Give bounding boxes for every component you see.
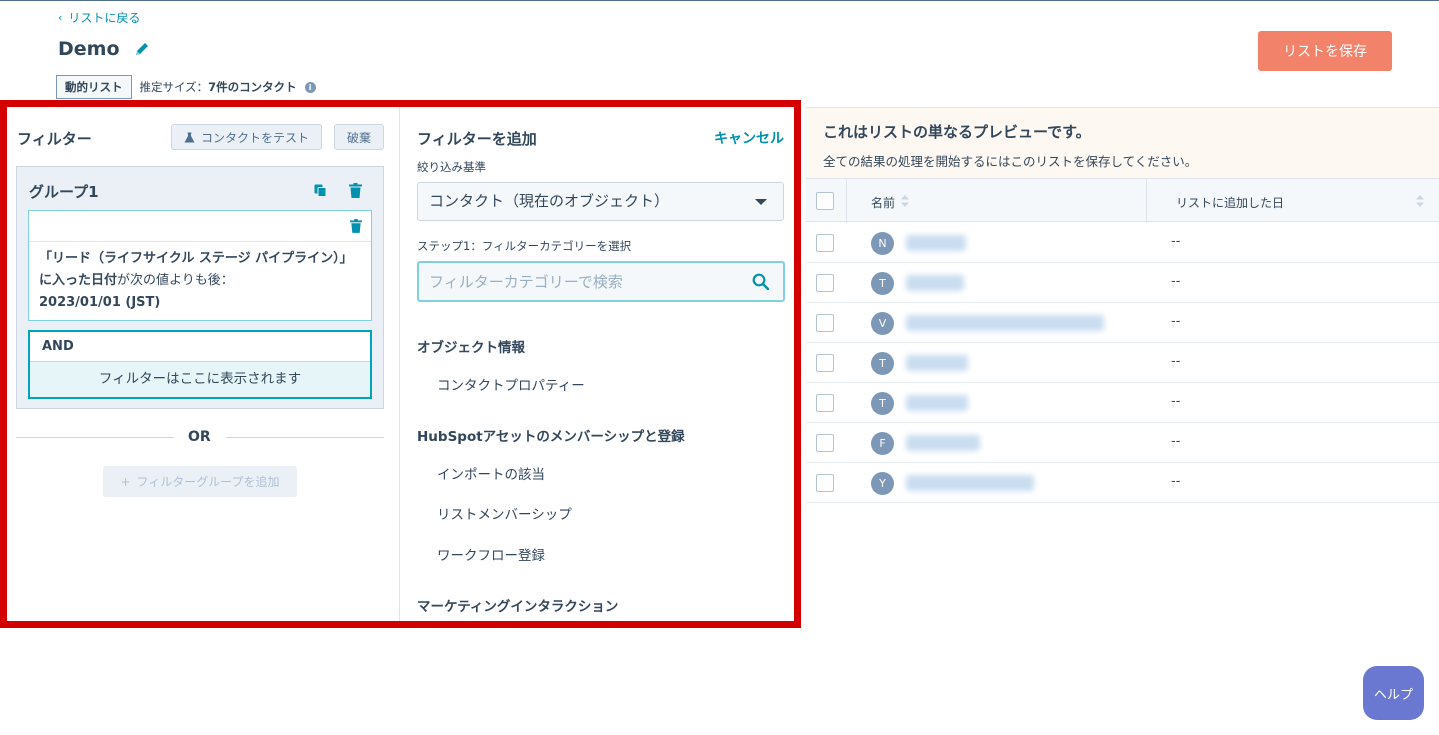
row-checkbox[interactable] bbox=[816, 474, 834, 492]
top-border bbox=[0, 0, 1439, 1]
avatar: N bbox=[871, 232, 894, 255]
date-added-cell: -- bbox=[1171, 354, 1181, 369]
contact-name-redacted[interactable] bbox=[906, 395, 968, 411]
preview-banner: これはリストの単なるプレビューです。 全ての結果の処理を開始するにはこのリストを… bbox=[806, 107, 1439, 178]
date-added-cell: -- bbox=[1171, 394, 1181, 409]
highlight-frame bbox=[0, 100, 801, 628]
sort-icon[interactable] bbox=[901, 195, 909, 207]
contact-name-redacted[interactable] bbox=[906, 235, 966, 251]
table-row[interactable]: N -- bbox=[806, 223, 1439, 263]
preview-subtitle: 全ての結果の処理を開始するにはこのリストを保存してください。 bbox=[823, 154, 1198, 169]
table-row[interactable]: Y -- bbox=[806, 463, 1439, 503]
contact-name-redacted[interactable] bbox=[906, 315, 1104, 331]
date-added-cell: -- bbox=[1171, 434, 1181, 449]
table-row[interactable]: V -- bbox=[806, 303, 1439, 343]
help-button[interactable]: ヘルプ bbox=[1363, 666, 1424, 720]
estimated-size-label: 推定サイズ：7件のコンタクト bbox=[139, 80, 297, 94]
sort-icon[interactable] bbox=[1416, 195, 1424, 207]
column-name-header[interactable]: 名前 bbox=[871, 194, 895, 211]
date-added-cell: -- bbox=[1171, 234, 1181, 249]
table-row[interactable]: T -- bbox=[806, 383, 1439, 423]
date-added-cell: -- bbox=[1171, 274, 1181, 289]
row-checkbox[interactable] bbox=[816, 274, 834, 292]
avatar: T bbox=[871, 272, 894, 295]
date-added-cell: -- bbox=[1171, 474, 1181, 489]
table-row[interactable]: T -- bbox=[806, 263, 1439, 303]
contact-name-redacted[interactable] bbox=[906, 275, 964, 291]
avatar: V bbox=[871, 312, 894, 335]
avatar: F bbox=[871, 432, 894, 455]
contact-name-redacted[interactable] bbox=[906, 475, 1034, 491]
row-checkbox[interactable] bbox=[816, 314, 834, 332]
list-meta: 動的リスト 推定サイズ：7件のコンタクト i bbox=[56, 75, 316, 99]
select-all-checkbox[interactable] bbox=[816, 192, 834, 210]
save-list-button[interactable]: リストを保存 bbox=[1258, 31, 1392, 71]
estimated-size-value: 7件のコンタクト bbox=[208, 80, 297, 94]
contact-name-redacted[interactable] bbox=[906, 355, 968, 371]
avatar: T bbox=[871, 392, 894, 415]
avatar: Y bbox=[871, 472, 894, 495]
row-checkbox[interactable] bbox=[816, 434, 834, 452]
row-checkbox[interactable] bbox=[816, 354, 834, 372]
list-type-badge: 動的リスト bbox=[56, 75, 132, 99]
table-header: 名前 リストに追加した日 bbox=[806, 178, 1439, 223]
pencil-icon[interactable] bbox=[134, 41, 150, 57]
avatar: T bbox=[871, 352, 894, 375]
back-to-lists-link[interactable]: ‹ リストに戻る bbox=[58, 9, 140, 26]
row-checkbox[interactable] bbox=[816, 394, 834, 412]
table-row[interactable]: T -- bbox=[806, 343, 1439, 383]
table-row[interactable]: F -- bbox=[806, 423, 1439, 463]
date-added-cell: -- bbox=[1171, 314, 1181, 329]
page-title: Demo bbox=[58, 38, 120, 60]
contact-name-redacted[interactable] bbox=[906, 435, 980, 451]
row-checkbox[interactable] bbox=[816, 234, 834, 252]
back-link-label: リストに戻る bbox=[68, 11, 141, 25]
title-row: Demo bbox=[58, 38, 150, 60]
chevron-left-icon: ‹ bbox=[58, 11, 63, 24]
info-icon[interactable]: i bbox=[304, 81, 316, 93]
preview-title: これはリストの単なるプレビューです。 bbox=[823, 123, 1091, 141]
column-date-added-header[interactable]: リストに追加した日 bbox=[1176, 194, 1284, 211]
